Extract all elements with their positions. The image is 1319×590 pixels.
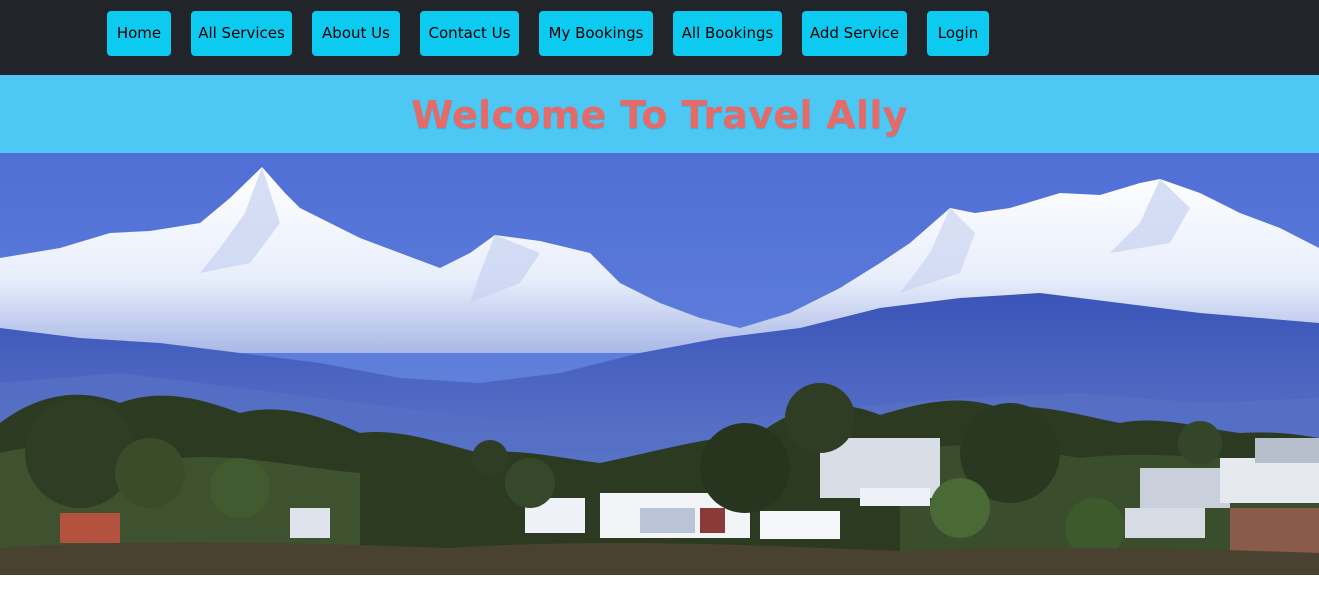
banner-image [0,153,1319,575]
banner-photo [0,153,1319,575]
nav-home-button[interactable]: Home [107,11,171,56]
nav-login-button[interactable]: Login [927,11,989,56]
nav-all-services-button[interactable]: All Services [191,11,292,56]
nav-contact-us-button[interactable]: Contact Us [420,11,519,56]
hero-title-band: Welcome To Travel Ally [0,75,1319,153]
top-navbar: Home All Services About Us Contact Us My… [0,0,1319,75]
nav-all-bookings-button[interactable]: All Bookings [673,11,782,56]
hero-title: Welcome To Travel Ally [411,93,908,137]
nav-add-service-button[interactable]: Add Service [802,11,907,56]
nav-about-us-button[interactable]: About Us [312,11,400,56]
nav-my-bookings-button[interactable]: My Bookings [539,11,653,56]
